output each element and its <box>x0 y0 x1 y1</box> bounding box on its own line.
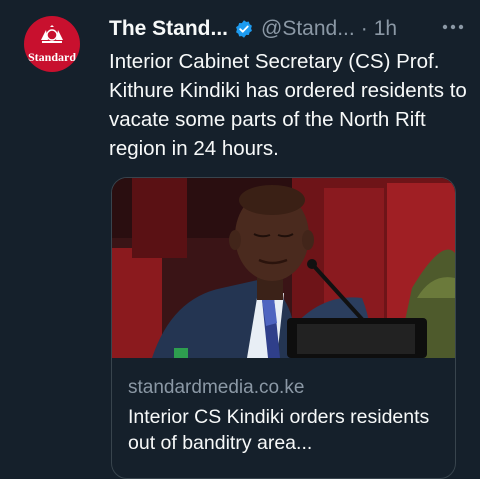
more-options-icon <box>442 24 464 30</box>
more-options-button[interactable] <box>438 12 468 42</box>
tweet-text: Interior Cabinet Secretary (CS) Prof. Ki… <box>109 50 467 160</box>
card-title[interactable]: Interior CS Kindiki orders residents out… <box>128 404 448 456</box>
account-handle[interactable]: @Stand... <box>261 17 355 41</box>
avatar-logo-text: Standard <box>27 50 77 64</box>
tweet-header: The Stand... @Stand... · 1h <box>109 14 468 44</box>
card-domain: standardmedia.co.ke <box>128 377 305 398</box>
crest-icon <box>41 25 63 43</box>
avatar[interactable]: Standard <box>24 16 80 72</box>
account-name[interactable]: The Stand... <box>109 17 228 41</box>
verified-badge-icon <box>236 20 252 38</box>
timestamp[interactable]: 1h <box>374 17 397 41</box>
card-image[interactable] <box>112 178 455 358</box>
separator-dot: · <box>360 17 368 40</box>
link-card[interactable]: standardmedia.co.ke Interior CS Kindiki … <box>111 177 456 479</box>
